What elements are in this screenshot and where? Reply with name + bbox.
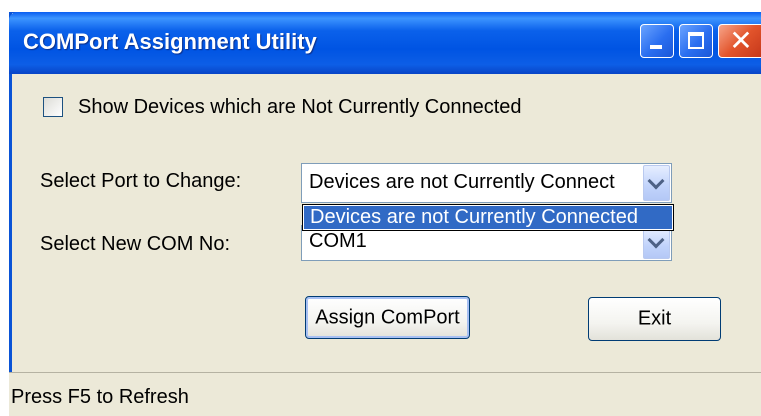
chevron-down-icon	[647, 172, 665, 190]
status-bar: Press F5 to Refresh	[9, 372, 761, 416]
assign-comport-button-label: Assign ComPort	[315, 306, 460, 328]
maximize-icon	[688, 32, 704, 49]
port-select-list-item[interactable]: Devices are not Currently Connected	[304, 206, 672, 229]
exit-button[interactable]: Exit	[588, 297, 721, 341]
show-disconnected-label[interactable]: Show Devices which are Not Currently Con…	[78, 96, 522, 119]
port-select-dropdown-button[interactable]	[643, 165, 670, 201]
port-select-label: Select Port to Change:	[40, 170, 242, 192]
com-select-value: COM1	[309, 230, 367, 252]
maximize-button[interactable]	[679, 24, 713, 58]
port-select-open-list: Devices are not Currently Connected	[302, 204, 674, 231]
exit-button-label: Exit	[637, 307, 672, 330]
minimize-button[interactable]	[640, 24, 674, 58]
window-title: COMPort Assignment Utility	[23, 29, 317, 54]
status-text: Press F5 to Refresh	[11, 386, 189, 408]
assign-comport-button[interactable]: Assign ComPort	[305, 296, 470, 339]
app-window: COMPort Assignment Utility ✕ Show Device…	[9, 12, 761, 416]
com-select-label: Select New COM No:	[40, 233, 231, 255]
title-bar[interactable]: COMPort Assignment Utility ✕	[9, 12, 761, 74]
com-select-dropdown-button[interactable]	[643, 227, 670, 259]
minimize-icon	[650, 45, 662, 49]
close-button[interactable]: ✕	[718, 24, 761, 58]
port-select-value: Devices are not Currently Connect	[309, 171, 615, 193]
close-icon: ✕	[729, 25, 753, 56]
show-disconnected-checkbox[interactable]	[43, 97, 63, 117]
port-select-dropdown[interactable]: Devices are not Currently Connect	[301, 163, 672, 203]
chevron-down-icon	[647, 231, 665, 249]
